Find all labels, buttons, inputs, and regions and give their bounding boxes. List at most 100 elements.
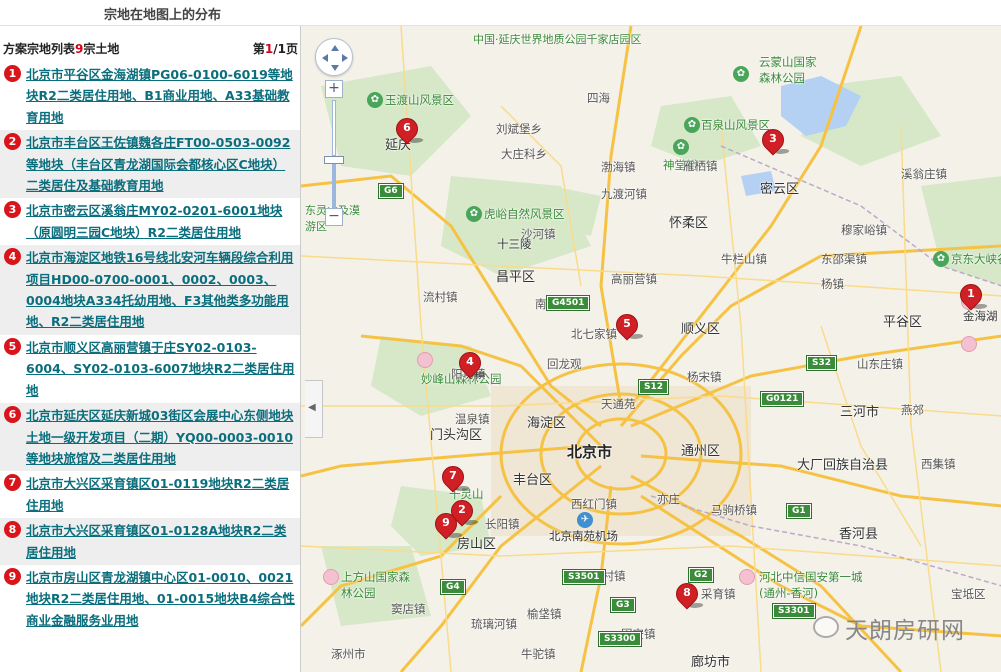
parcel-link[interactable]: 北京市房山区青龙湖镇中心区01-0010、0021地块R2二类居住用地、01-0… [26, 570, 295, 628]
list-header: 方案宗地列表9宗土地 第1/1页 [0, 38, 300, 58]
map-label: 西集镇 [921, 457, 956, 471]
map-label: 玉渡山风景区 [385, 93, 454, 107]
map-label: 北京南苑机场 [549, 529, 618, 543]
parcel-link[interactable]: 北京市海淀区地铁16号线北安河车辆段综合利用项目HD00-0700-0001、0… [26, 250, 293, 329]
map-label: 大厂回族自治县 [797, 458, 889, 473]
map-label: 长阳镇 [485, 517, 520, 531]
collapse-panel-button[interactable]: ◀ [305, 380, 323, 438]
map-label: 平谷区 [883, 315, 923, 330]
parcel-link[interactable]: 北京市丰台区王佐镇魏各庄FT00-0503-0092等地块（丰台区青龙湖国际会都… [26, 135, 290, 193]
watermark-text: 天朗房研网 [845, 618, 965, 644]
plus-icon[interactable]: + [325, 80, 343, 98]
minus-icon[interactable]: − [325, 208, 343, 226]
pager: 第1/1页 [253, 40, 298, 57]
number-badge: 1 [4, 65, 21, 82]
parcel-marker[interactable]: 1 [955, 279, 989, 314]
number-badge: 7 [4, 474, 21, 492]
highway-shield: S3300 [598, 631, 642, 647]
map-label: 海淀区 [527, 416, 567, 431]
map-label: 怀柔区 [669, 216, 709, 231]
highway-shield: G0121 [759, 391, 805, 407]
map-label: 杨镇 [821, 277, 844, 291]
pager-prefix: 第 [252, 42, 265, 56]
park-icon [961, 336, 977, 352]
scenic-icon: ✿ [367, 92, 383, 108]
zoom-handle[interactable] [324, 156, 344, 164]
map-label: 上方山国家森林公园 [341, 570, 410, 600]
zoom-track[interactable] [332, 100, 336, 208]
top-bar: 宗地在地图上的分布 [0, 0, 1001, 26]
parcel-link[interactable]: 北京市平谷区金海湖镇PG06-0100-6019等地块R2二类居住用地、B1商业… [26, 67, 293, 125]
map-label: 溪翁庄镇 [901, 167, 947, 181]
parcel-marker[interactable]: 6 [391, 113, 425, 148]
highway-shield: G1 [786, 503, 812, 519]
map-label: 渤海镇 [601, 160, 636, 174]
map-label: 窦店镇 [391, 602, 426, 616]
map-label: 沙河镇 [521, 227, 556, 241]
map-label: 北七家镇 [571, 327, 617, 341]
map-label: 马驹桥镇 [711, 503, 757, 517]
map-label: 燕郊 [901, 403, 924, 417]
caption-suffix: 宗土地 [83, 42, 120, 56]
parcel-link[interactable]: 北京市顺义区高丽营镇于庄SY02-0103-6004、SY02-0103-600… [26, 340, 295, 398]
zoom-control: + − [324, 80, 344, 226]
list-item: 9 北京市房山区青龙湖镇中心区01-0010、0021地块R2二类居住用地、01-… [0, 565, 300, 633]
map-label: 丰台区 [513, 473, 553, 488]
parcel-marker[interactable]: 5 [611, 309, 645, 344]
map-label: 东邵渠镇 [821, 252, 867, 266]
map-label: 通州区 [681, 444, 721, 459]
list-item: 5 北京市顺义区高丽营镇于庄SY02-0103-6004、SY02-0103-60… [0, 335, 300, 403]
map-label: 四海 [587, 91, 610, 105]
map-label: 廊坊市 [691, 655, 731, 670]
list-item: 3 北京市密云区溪翁庄MY02-0201-6001地块（原圆明三园C地块）R2二类… [0, 198, 300, 245]
parcel-list: 1 北京市平谷区金海湖镇PG06-0100-6019等地块R2二类居住用地、B1商… [0, 62, 300, 633]
list-item: 4 北京市海淀区地铁16号线北安河车辆段综合利用项目HD00-0700-0001、… [0, 245, 300, 335]
map-label: 北京市 [567, 443, 613, 461]
number-badge: 9 [4, 567, 21, 585]
pan-arrows-icon [322, 45, 348, 71]
parcel-link[interactable]: 北京市密云区溪翁庄MY02-0201-6001地块（原圆明三园C地块）R2二类居… [26, 203, 282, 239]
number-badge: 8 [4, 521, 21, 539]
list-item: 1 北京市平谷区金海湖镇PG06-0100-6019等地块R2二类居住用地、B1商… [0, 62, 300, 130]
list-item: 2 北京市丰台区王佐镇魏各庄FT00-0503-0092等地块（丰台区青龙湖国际会… [0, 130, 300, 199]
map-label: 天通苑 [601, 397, 636, 411]
parcel-marker[interactable]: 4 [454, 347, 488, 382]
map-label: 百泉山风景区 [701, 118, 770, 132]
parcel-link[interactable]: 北京市延庆区延庆新城03街区会展中心东侧地块土地一级开发项目（二期）YQ00-0… [26, 408, 293, 466]
map-label: 山东庄镇 [857, 357, 903, 371]
map-label: 顺义区 [681, 322, 721, 337]
parcel-link[interactable]: 北京市大兴区采育镇区01-0119地块R2二类居住用地 [26, 476, 289, 512]
highway-shield: S3501 [562, 569, 606, 585]
map-label: 九渡河镇 [601, 187, 647, 201]
parcel-marker[interactable]: 9 [430, 508, 464, 543]
page-title: 宗地在地图上的分布 [104, 8, 222, 23]
map-label: 杨宋镇 [687, 370, 722, 384]
map-label: 牛驼镇 [521, 647, 556, 661]
parcel-marker[interactable]: 8 [671, 578, 705, 613]
pager-current: 1 [264, 42, 274, 56]
map-label: 温泉镇 [455, 412, 490, 426]
map-label: 宝坻区 [951, 587, 986, 601]
map-label: 穆家峪镇 [841, 223, 887, 237]
number-badge: 3 [4, 201, 21, 219]
park-icon [417, 352, 433, 368]
wechat-logo-icon [813, 616, 839, 638]
parcel-link[interactable]: 北京市大兴区采育镇区01-0128A地块R2二类居住用地 [26, 523, 286, 559]
map-label: 密云区 [760, 182, 800, 197]
scenic-icon: ✿ [684, 117, 700, 133]
list-item: 7 北京市大兴区采育镇区01-0119地块R2二类居住用地 [0, 471, 300, 518]
map-label: 昌平区 [496, 270, 536, 285]
map-label: 虎峪自然风景区 [484, 207, 565, 221]
parcel-list-panel: 方案宗地列表9宗土地 第1/1页 1 北京市平谷区金海湖镇PG06-0100-60… [0, 26, 300, 672]
highway-shield: G6 [378, 183, 404, 199]
number-badge: 5 [4, 337, 21, 355]
scenic-icon: ✿ [673, 139, 689, 155]
pan-control[interactable] [315, 38, 353, 76]
parcel-marker[interactable]: 7 [437, 461, 471, 496]
highway-shield: S32 [805, 355, 838, 371]
parcel-marker[interactable]: 3 [757, 124, 791, 159]
map-label: 涿州市 [331, 647, 366, 661]
map-label: 西红门镇 [571, 497, 617, 511]
map-view[interactable]: + − 中国·延庆世界地质公园千家店园区 玉渡山风景区 ✿ 百泉山风景区 ✿ 神… [300, 26, 1001, 672]
number-badge: 6 [4, 406, 21, 424]
